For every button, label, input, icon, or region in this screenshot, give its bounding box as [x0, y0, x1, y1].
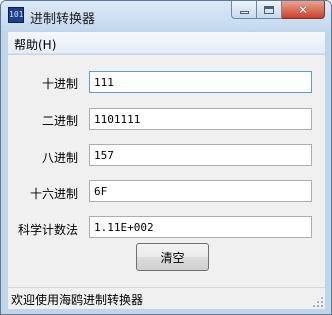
- window-controls: ✕: [231, 1, 325, 20]
- hex-input[interactable]: [89, 180, 312, 202]
- menu-bar: 帮助(H): [8, 32, 325, 54]
- menu-help[interactable]: 帮助(H): [14, 36, 56, 53]
- octal-label: 八进制: [41, 151, 78, 165]
- clear-button[interactable]: 清空: [136, 243, 209, 271]
- maximize-icon: [264, 5, 274, 14]
- hex-label: 十六进制: [29, 187, 78, 201]
- app-window: 101 进制转换器 ✕ 帮助(H) 十进制 二进制 八进制 十六进制 科学计数法…: [0, 0, 332, 315]
- minimize-button[interactable]: [231, 1, 257, 19]
- minimize-icon: [239, 11, 249, 14]
- window-title: 进制转换器: [30, 12, 96, 27]
- scientific-label: 科学计数法: [17, 223, 78, 237]
- status-text: 欢迎使用海鸥进制转换器: [11, 293, 144, 307]
- close-icon: ✕: [297, 2, 309, 17]
- maximize-button[interactable]: [257, 1, 282, 19]
- binary-label: 二进制: [41, 114, 78, 128]
- app-icon: 101: [8, 7, 24, 23]
- scientific-input[interactable]: [89, 216, 312, 238]
- binary-input[interactable]: [89, 108, 312, 130]
- decimal-input[interactable]: [89, 71, 312, 93]
- octal-input[interactable]: [89, 144, 312, 166]
- converter-panel: 十进制 二进制 八进制 十六进制 科学计数法 清空: [8, 55, 325, 287]
- resize-grip-icon[interactable]: [312, 296, 323, 307]
- decimal-label: 十进制: [41, 77, 78, 91]
- title-bar[interactable]: 101 进制转换器 ✕: [1, 1, 331, 31]
- close-button[interactable]: ✕: [282, 1, 325, 19]
- status-bar: 欢迎使用海鸥进制转换器: [8, 287, 325, 309]
